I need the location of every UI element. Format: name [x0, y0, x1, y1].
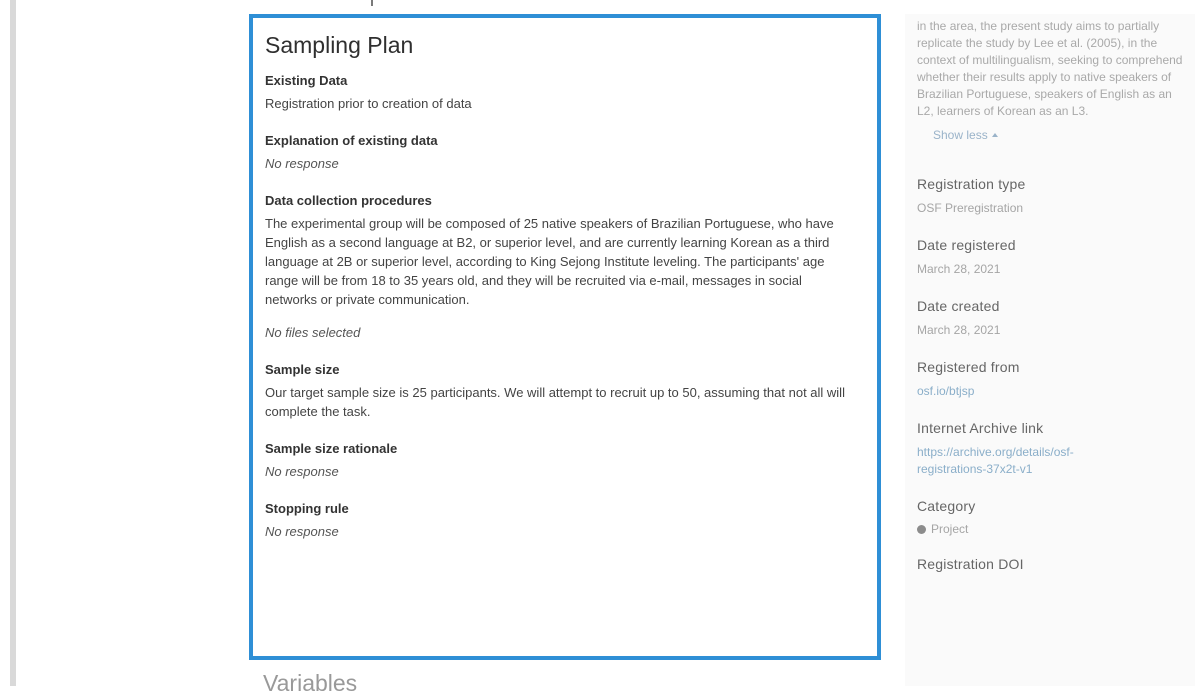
show-less-link[interactable]: Show less [933, 128, 998, 142]
field-label-sample-size-rationale: Sample size rationale [265, 441, 398, 456]
caret-up-icon [991, 133, 998, 137]
description-text: in the area, the present study aims to p… [917, 19, 1183, 118]
field-value-sample-size: Our target sample size is 25 participant… [265, 385, 845, 419]
category-value: Project [917, 522, 1195, 536]
left-rail [10, 0, 16, 686]
date-registered-value: March 28, 2021 [917, 262, 1001, 276]
registration-type-value: OSF Preregistration [917, 201, 1024, 215]
cube-icon [917, 524, 926, 534]
internet-archive-label: Internet Archive link [917, 420, 1044, 436]
date-registered-label: Date registered [917, 237, 1016, 253]
sampling-plan-card: Sampling Plan Existing Data Registration… [249, 14, 881, 660]
category-label: Category [917, 498, 976, 514]
field-value-explanation: No response [265, 156, 339, 171]
registered-from-label: Registered from [917, 359, 1020, 375]
category-text: Project [931, 522, 969, 536]
field-value-existing-data: Registration prior to creation of data [265, 96, 472, 111]
registration-sidebar: in the area, the present study aims to p… [905, 14, 1195, 686]
field-label-sample-size: Sample size [265, 362, 340, 377]
field-label-explanation: Explanation of existing data [265, 133, 438, 148]
registration-type-label: Registration type [917, 176, 1026, 192]
files-status: No files selected [265, 325, 361, 340]
registered-from-link[interactable]: osf.io/btjsp [917, 383, 1137, 400]
field-label-stopping-rule: Stopping rule [265, 501, 349, 516]
field-value-sample-size-rationale: No response [265, 464, 339, 479]
field-label-existing-data: Existing Data [265, 73, 348, 88]
show-less-label: Show less [933, 128, 988, 142]
internet-archive-link[interactable]: https://archive.org/details/osf-registra… [917, 444, 1137, 478]
next-section-title: Variables [263, 670, 358, 696]
section-title: Sampling Plan [265, 32, 414, 58]
date-created-label: Date created [917, 298, 1000, 314]
registration-doi-label: Registration DOI [917, 556, 1024, 572]
divider-mark [371, 0, 373, 6]
field-label-data-collection: Data collection procedures [265, 193, 432, 208]
field-value-stopping-rule: No response [265, 524, 339, 539]
date-created-value: March 28, 2021 [917, 323, 1001, 337]
field-value-data-collection: The experimental group will be composed … [265, 216, 834, 307]
